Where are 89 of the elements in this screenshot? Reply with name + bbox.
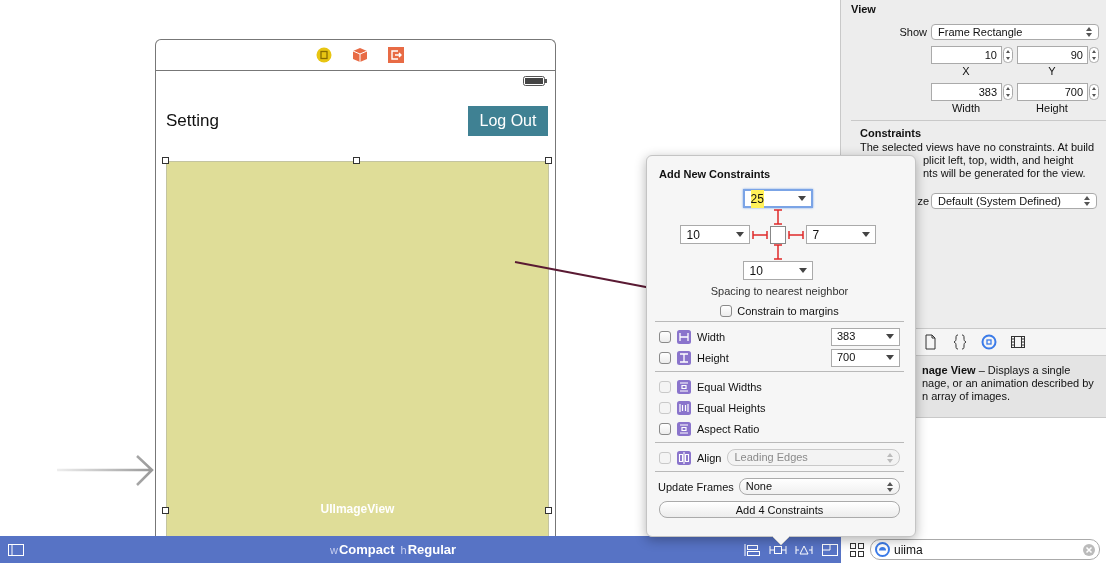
checkbox-label: Constrain to margins [737,304,839,318]
bottom-spacing-field[interactable]: 10 [742,261,813,280]
constraints-note: The selected views have no constraints. At build [860,141,1095,153]
constraint-label: Equal Widths [697,379,762,394]
stepper[interactable] [1089,84,1099,100]
up-down-arrows-icon [887,481,893,492]
top-spacing-field[interactable]: 25 [742,189,813,208]
constraint-toggle[interactable] [751,228,768,241]
checkbox[interactable] [659,422,671,435]
filter-icon [875,542,890,557]
object-description: n array of images. [922,389,1011,402]
number-field[interactable]: 700 [1017,83,1088,101]
field-label: Update Frames [658,479,734,494]
up-down-arrows-icon [887,452,893,463]
constraints-note: plicit left, top, width, and height [923,154,1074,166]
constraint-label: Width [697,329,726,344]
cube-icon[interactable] [351,47,368,63]
height-icon [677,350,691,365]
screen-title: Setting [166,110,219,133]
object-description: nage, or an animation described by [922,376,1094,389]
caret-icon [861,232,870,237]
popover-title: Add New Constraints [659,167,772,181]
field-label: Show [898,25,927,40]
constraint-label: Height [697,350,729,365]
add-constraints-button[interactable]: Add 4 Constraints [659,501,900,518]
field-label: ze [916,194,929,209]
number-field[interactable]: 383 [931,83,1002,101]
constraint-label: Equal Heights [697,400,766,415]
align-dropdown: Leading Edges [727,449,900,466]
image-view-label: UIImageView [319,501,396,518]
log-out-button[interactable]: Log Out [468,106,548,136]
view-box [769,225,786,244]
caret-icon [735,232,744,237]
constraint-label: Aspect Ratio [697,421,760,436]
constraint-toggle[interactable] [771,244,784,260]
checkbox[interactable] [659,330,671,343]
size-class-label[interactable]: wCompact hRegular [330,539,457,560]
constraints-note: nts will be generated for the view. [923,167,1086,179]
aspect-ratio-icon [677,421,691,436]
field-caption: Y [1047,65,1057,77]
field-caption: Height [1035,102,1069,114]
field-caption: X [961,65,971,77]
section-title: View [851,2,877,16]
constraint-label: Align [697,450,722,465]
intrinsic-size-dropdown[interactable]: Default (System Defined) [931,193,1097,209]
show-dropdown[interactable]: Frame Rectangle [931,24,1099,40]
constant-field[interactable]: 383 [831,327,900,346]
up-down-arrows-icon [1084,196,1090,206]
view-controller-icon[interactable] [315,47,332,63]
grid-view-icon[interactable] [850,542,864,557]
checkbox[interactable] [720,305,733,317]
update-frames-dropdown[interactable]: None [738,478,900,495]
stepper[interactable] [1003,84,1013,100]
spacing-caption: Spacing to nearest neighbor [709,284,850,298]
constant-field[interactable]: 700 [831,348,900,367]
align-edges-icon [677,450,691,465]
film-icon[interactable] [1010,333,1026,350]
braces-icon[interactable] [952,333,968,350]
number-field[interactable]: 90 [1017,46,1088,64]
align-icon[interactable] [743,542,761,557]
resize-handle[interactable] [545,507,552,514]
resize-handle[interactable] [545,157,552,164]
caret-icon [886,334,894,339]
number-field[interactable]: 10 [931,46,1002,64]
width-icon [677,329,691,344]
stepper[interactable] [1003,47,1013,63]
file-icon[interactable] [923,333,939,350]
stepper[interactable] [1089,47,1099,63]
left-spacing-field[interactable]: 10 [679,225,750,244]
battery-icon [523,76,547,86]
sidebar-toggle-icon[interactable] [8,543,24,556]
up-down-arrows-icon [1086,27,1092,37]
field-caption: Width [950,102,982,114]
resize-handle[interactable] [162,507,169,514]
constraint-toggle[interactable] [787,228,804,241]
equal-heights-icon [677,400,691,415]
resizing-icon[interactable] [821,542,839,557]
constraint-toggle[interactable] [771,209,784,225]
resize-handle[interactable] [353,157,360,164]
checkbox[interactable] [659,351,671,364]
equal-widths-icon [677,379,691,394]
caret-icon [797,196,806,201]
caret-icon [798,268,807,273]
object-description: nage View – Displays a single [922,363,1071,376]
section-title: Constraints [860,126,923,140]
exit-icon[interactable] [387,47,404,63]
resize-handle[interactable] [162,157,169,164]
search-field[interactable]: uiima [870,539,1100,560]
right-spacing-field[interactable]: 7 [805,225,876,244]
